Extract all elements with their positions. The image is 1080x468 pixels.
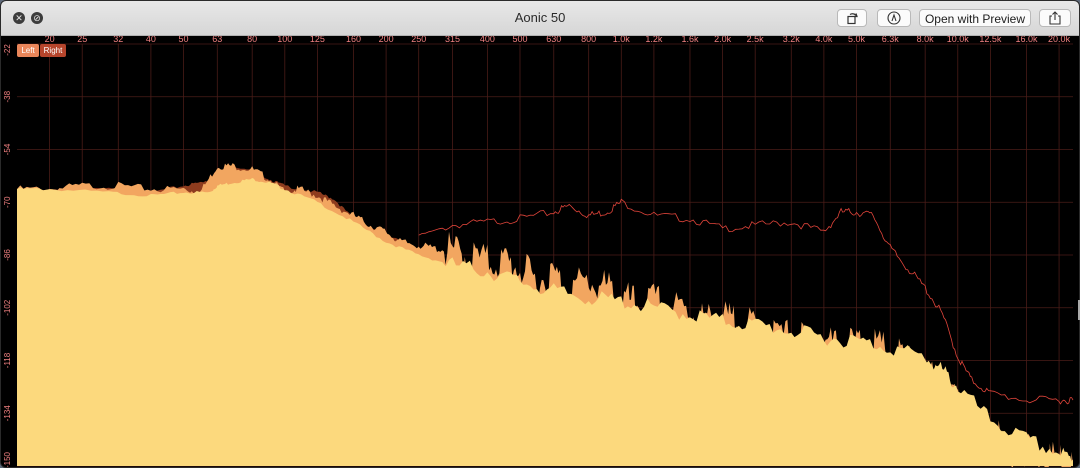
x-tick-label: 200 (379, 36, 394, 44)
spectrum-chart: 20 25 32 40 50 63 80 100 125 160 200 250 315 400 500 63… (1, 36, 1079, 467)
x-tick-label: 3.2k (783, 36, 801, 44)
preview-window: ✕ ⊘ Aonic 50 Open with Preview 20 25 32 … (0, 0, 1080, 468)
x-tick-label: 800 (581, 36, 596, 44)
y-tick-label: -22 (3, 44, 12, 56)
title-bar: ✕ ⊘ Aonic 50 Open with Preview (1, 1, 1079, 36)
markup-button[interactable] (877, 9, 911, 27)
y-tick-label: -70 (3, 196, 12, 208)
x-tick-label: 32 (113, 36, 123, 44)
x-tick-label: 1.0k (613, 36, 631, 44)
y-tick-label: -38 (3, 90, 12, 102)
markup-icon (887, 11, 901, 25)
x-tick-label: 5.0k (848, 36, 866, 44)
legend-right-label: Right (43, 46, 63, 55)
x-tick-label: 400 (480, 36, 495, 44)
x-tick-label: 50 (179, 36, 189, 44)
x-tick-label: 16.0k (1015, 36, 1038, 44)
share-icon (1049, 11, 1061, 25)
x-tick-label: 80 (247, 36, 257, 44)
y-tick-label: -118 (3, 352, 12, 368)
legend-right[interactable]: Right (40, 44, 66, 57)
x-tick-label: 125 (310, 36, 325, 44)
legend-left-label: Left (21, 46, 35, 55)
y-tick-label: -102 (3, 299, 12, 316)
x-tick-label: 10.0k (947, 36, 970, 44)
rotate-button[interactable] (837, 9, 867, 27)
x-tick-label: 250 (411, 36, 426, 44)
y-tick-label: -54 (3, 143, 12, 155)
x-tick-label: 20 (45, 36, 55, 44)
x-tick-label: 500 (512, 36, 527, 44)
x-tick-label: 315 (445, 36, 460, 44)
x-tick-label: 4.0k (815, 36, 833, 44)
x-tick-label: 2.0k (714, 36, 732, 44)
x-tick-label: 6.3k (882, 36, 900, 44)
x-tick-label: 1.2k (645, 36, 663, 44)
x-tick-label: 40 (146, 36, 156, 44)
x-tick-label: 12.5k (979, 36, 1002, 44)
x-tick-label: 2.5k (747, 36, 765, 44)
x-tick-label: 100 (277, 36, 292, 44)
x-tick-label: 630 (546, 36, 561, 44)
x-tick-label: 63 (212, 36, 222, 44)
rotate-icon (847, 13, 858, 25)
open-with-preview-button[interactable]: Open with Preview (919, 9, 1031, 27)
window-title: Aonic 50 (514, 10, 566, 25)
legend-left[interactable]: Left (17, 44, 39, 57)
x-tick-label: 25 (77, 36, 87, 44)
share-button[interactable] (1039, 9, 1071, 27)
y-tick-label: -150 (3, 451, 12, 467)
y-tick-label: -86 (3, 249, 12, 261)
x-tick-label: 8.0k (917, 36, 935, 44)
x-tick-label: 160 (346, 36, 361, 44)
x-tick-label: 1.6k (681, 36, 699, 44)
x-tick-label: 20.0k (1048, 36, 1071, 44)
y-tick-label: -134 (3, 405, 12, 422)
